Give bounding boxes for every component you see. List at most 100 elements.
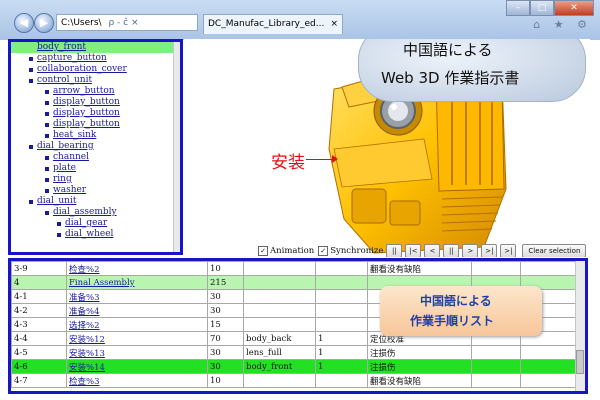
pause-button[interactable]: || xyxy=(386,244,403,257)
tree-scrollbar[interactable] xyxy=(173,42,180,252)
synchronize-checkbox[interactable]: ✓ xyxy=(318,246,329,256)
tree-item-dial-unit[interactable]: dial_unit xyxy=(29,196,180,207)
step-qty-cell xyxy=(315,289,368,304)
step-name-cell[interactable]: 选择%2 xyxy=(66,317,208,332)
step-qty-cell: 1 xyxy=(315,345,368,360)
step-extra-cell xyxy=(520,373,581,388)
step-time-cell: 30 xyxy=(207,289,244,304)
table-callout-line1: 中国語による xyxy=(420,294,492,308)
step-qty-cell xyxy=(315,303,368,318)
tab-active[interactable]: DC_Manufac_Library_ed... × xyxy=(203,14,343,34)
step-part-cell: body_front xyxy=(243,359,316,374)
step-number-cell: 4-7 xyxy=(11,373,67,388)
last-button[interactable]: >| xyxy=(500,244,517,257)
step-extra-cell xyxy=(520,345,581,360)
step-time-cell: 10 xyxy=(207,261,244,276)
address-bar[interactable]: C:\Users\ ρ - č × xyxy=(56,14,198,31)
table-row[interactable]: 4-7 检查%3 10 翻看没有缺陷 xyxy=(11,373,581,388)
prev-button[interactable]: < xyxy=(424,244,441,257)
step-name-cell[interactable]: 检查%2 xyxy=(66,261,208,276)
step-part-cell xyxy=(243,317,316,332)
step-number-cell: 4 xyxy=(11,275,67,290)
tree-item-display-button[interactable]: display_button xyxy=(45,97,180,108)
step-part-cell xyxy=(243,261,316,276)
step-note-cell: 注损伤 xyxy=(367,345,472,360)
step-part-cell xyxy=(243,373,316,388)
tree-item-display-button[interactable]: display_button xyxy=(45,119,180,130)
step-number-cell: 4-5 xyxy=(11,345,67,360)
tree-item-arrow-button[interactable]: arrow_button xyxy=(45,86,180,97)
tree-list: body_front capture_button collaboration_co… xyxy=(11,42,180,240)
tab-close-icon[interactable]: × xyxy=(330,15,338,34)
table-scrollbar[interactable] xyxy=(575,261,585,391)
step-extra-cell xyxy=(471,345,521,360)
tree-item-control-unit[interactable]: control_unit xyxy=(29,75,180,86)
viewer-callout-line2: Web 3D 作業指示書 xyxy=(381,69,520,87)
tree-item-channel[interactable]: channel xyxy=(45,152,180,163)
step-name-cell[interactable]: 安装%13 xyxy=(66,345,208,360)
tree-item-plate[interactable]: plate xyxy=(45,163,180,174)
step-part-cell xyxy=(243,275,316,290)
tree-item-collaboration-cover[interactable]: collaboration_cover xyxy=(29,64,180,75)
address-controls[interactable]: ρ - č × xyxy=(108,18,138,28)
step-part-cell xyxy=(243,303,316,318)
stop-button[interactable]: || xyxy=(443,244,460,257)
step-qty-cell: 1 xyxy=(315,331,368,346)
address-text: C:\Users\ xyxy=(61,18,102,28)
step-time-cell: 215 xyxy=(207,275,244,290)
tree-item-dial-gear[interactable]: dial_gear xyxy=(57,218,180,229)
step-extra-cell xyxy=(520,261,581,276)
assembly-tree: body_front capture_button collaboration_co… xyxy=(8,39,183,255)
tree-item-dial-assembly[interactable]: dial_assembly xyxy=(45,207,180,218)
table-row[interactable]: 3-9 检查%2 10 翻看没有缺陷 xyxy=(11,261,581,276)
close-window-button[interactable]: ✕ xyxy=(554,0,594,16)
table-row[interactable]: 4-6 安装%14 30 body_front 1 注损伤 xyxy=(11,359,581,374)
table-row[interactable]: 4-5 安装%13 30 lens_full 1 注损伤 xyxy=(11,345,581,360)
tree-item-heat-sink[interactable]: heat_sink xyxy=(45,130,180,141)
animation-checkbox[interactable]: ✓ xyxy=(258,246,268,256)
step-name-cell[interactable]: 安装%14 xyxy=(66,359,208,374)
tree-item-washer[interactable]: washer xyxy=(45,185,180,196)
animation-label: Animation xyxy=(270,246,315,256)
step-name-cell[interactable]: Final Assembly xyxy=(66,275,208,290)
tree-item-ring[interactable]: ring xyxy=(45,174,180,185)
step-qty-cell xyxy=(315,275,368,290)
window-buttons: – □ ✕ xyxy=(506,0,594,16)
first-button[interactable]: |< xyxy=(405,244,422,257)
tree-item-dial-wheel[interactable]: dial_wheel xyxy=(57,229,180,240)
step-part-cell: body_back xyxy=(243,331,316,346)
step-name-cell[interactable]: 准备%3 xyxy=(66,289,208,304)
step-name-cell[interactable]: 检查%3 xyxy=(66,373,208,388)
table-callout-line2: 作業手順リスト xyxy=(410,314,495,328)
maximize-button[interactable]: □ xyxy=(530,0,554,16)
step-extra-cell xyxy=(520,359,581,374)
step-qty-cell xyxy=(315,317,368,332)
minimize-button[interactable]: – xyxy=(506,0,530,16)
step-extra-cell xyxy=(471,261,521,276)
tree-item-display-button[interactable]: display_button xyxy=(45,108,180,119)
step-extra-cell xyxy=(471,359,521,374)
step-qty-cell xyxy=(315,373,368,388)
step-name-cell[interactable]: 安装%12 xyxy=(66,331,208,346)
step-end-button[interactable]: >| xyxy=(481,244,498,257)
step-number-cell: 4-1 xyxy=(11,289,67,304)
tree-item-body-front[interactable]: body_front xyxy=(11,42,180,53)
step-name-cell[interactable]: 准备%4 xyxy=(66,303,208,318)
step-note-cell: 翻看没有缺陷 xyxy=(367,373,472,388)
table-scroll-thumb[interactable] xyxy=(576,350,584,374)
back-button[interactable]: ◀ xyxy=(14,13,34,33)
next-button[interactable]: > xyxy=(462,244,479,257)
step-number-cell: 4-6 xyxy=(11,359,67,374)
synchronize-label: Synchronize xyxy=(330,246,384,256)
step-time-cell: 30 xyxy=(207,359,244,374)
clear-selection-button[interactable]: Clear selection xyxy=(522,244,587,257)
playback-controls: ✓ Animation ✓ Synchronize || |< < || > >| >| C… xyxy=(258,244,587,257)
3d-viewer[interactable]: 中国語による Web 3D 作業指示書 安装 ✓ Animation ✓ Syn… xyxy=(184,39,590,257)
step-number-cell: 4-2 xyxy=(11,303,67,318)
forward-button[interactable]: ▶ xyxy=(34,13,54,33)
toolbar-icons[interactable]: ⌂ ★ ⚙ xyxy=(533,18,592,31)
step-time-cell: 30 xyxy=(207,345,244,360)
tree-item-dial-bearing[interactable]: dial_bearing xyxy=(29,141,180,152)
step-note-cell: 翻看没有缺陷 xyxy=(367,261,472,276)
tree-item-capture-button[interactable]: capture_button xyxy=(29,53,180,64)
